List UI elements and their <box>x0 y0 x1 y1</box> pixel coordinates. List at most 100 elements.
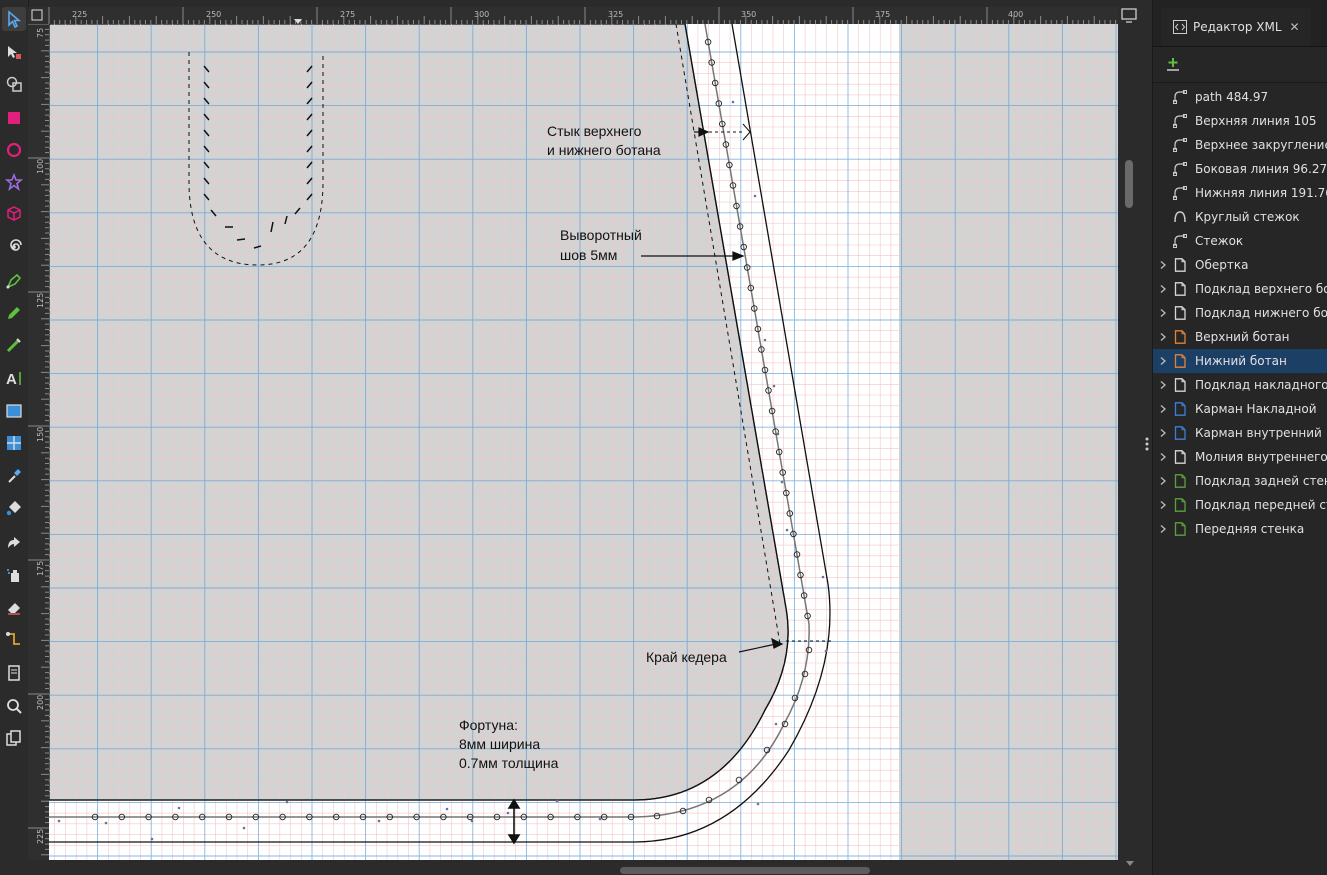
annotation-fortuna-thickness[interactable]: 0.7мм толщина <box>459 755 559 771</box>
annotation-seam-junction-line2[interactable]: и нижнего ботана <box>547 142 661 158</box>
close-icon[interactable]: ✕ <box>1290 20 1300 34</box>
xml-node[interactable]: Подклад задней стенки <box>1153 469 1327 493</box>
page-icon <box>1174 258 1186 272</box>
vertical-ruler[interactable]: 75 100 125 150 175 200 225 <box>28 23 49 860</box>
tweak-tool[interactable] <box>2 531 26 555</box>
xml-node[interactable]: Карман Накладной <box>1153 397 1327 421</box>
shape-builder-tool[interactable] <box>2 72 26 96</box>
star-tool[interactable] <box>2 170 26 194</box>
lower-panel-piece[interactable] <box>49 24 789 801</box>
xml-node[interactable]: Подклад верхнего ботана <box>1153 277 1327 301</box>
annotation-seam-allowance-line2[interactable]: шов 5мм <box>560 247 617 263</box>
xml-node-label: Подклад верхнего ботана <box>1195 282 1327 296</box>
chevron-right-icon[interactable] <box>1158 284 1168 294</box>
xml-node[interactable]: Передняя стенка <box>1153 517 1327 541</box>
xml-node[interactable]: Карман внутренний <box>1153 421 1327 445</box>
pen-tool[interactable] <box>2 269 26 293</box>
xml-node-label: Верхняя линия 105 <box>1195 114 1317 128</box>
gradient-tool[interactable] <box>2 399 26 423</box>
chevron-right-icon[interactable] <box>1158 332 1168 342</box>
path-icon <box>1173 186 1187 200</box>
ellipse-tool[interactable] <box>2 138 26 162</box>
pages-tool[interactable] <box>2 661 26 685</box>
paint-bucket-tool[interactable] <box>2 496 26 520</box>
eraser-tool[interactable] <box>2 595 26 619</box>
chevron-right-icon[interactable] <box>1158 356 1168 366</box>
page-icon <box>1174 378 1186 392</box>
ruler-label: 250 <box>206 10 221 19</box>
chevron-right-icon[interactable] <box>1158 260 1168 270</box>
chevron-right-icon[interactable] <box>1158 404 1168 414</box>
display-mode-icon[interactable] <box>1118 5 1152 35</box>
xml-node[interactable]: Подклад нижнего ботана <box>1153 301 1327 325</box>
rectangle-tool[interactable] <box>2 106 26 130</box>
xml-node[interactable]: Верхняя линия 105 <box>1153 109 1327 133</box>
path-icon <box>1173 114 1187 128</box>
measure-tool[interactable] <box>2 726 26 750</box>
spray-icon <box>7 569 19 582</box>
horizontal-ruler[interactable]: 225 250 275 300 325 350 375 400 <box>28 7 1118 24</box>
shape-builder-icon <box>6 76 22 92</box>
chevron-right-icon[interactable] <box>1158 308 1168 318</box>
tab-xml-editor[interactable]: Редактор XML ✕ <box>1161 8 1311 46</box>
path-icon <box>1173 90 1187 104</box>
calligraphy-tool[interactable] <box>2 333 26 357</box>
3d-box-tool[interactable] <box>2 202 26 226</box>
ruler-label: 300 <box>474 10 489 19</box>
chevron-right-icon[interactable] <box>1158 476 1168 486</box>
new-node-button[interactable] <box>1165 56 1181 72</box>
paint-bucket-icon <box>6 501 21 516</box>
drawing-canvas[interactable]: Стык верхнего и нижнего ботана Выворотны… <box>49 24 1118 860</box>
xml-node[interactable]: Подклад накладного кармана <box>1153 373 1327 397</box>
xml-node[interactable]: Верхний ботан <box>1153 325 1327 349</box>
connector-icon <box>6 632 20 645</box>
measure-icon <box>6 730 21 746</box>
panel-handle-icon[interactable] <box>1118 436 1152 456</box>
horizontal-scrollbar-thumb[interactable] <box>620 867 870 874</box>
svg-text:A: A <box>6 371 17 387</box>
horizontal-scrollbar[interactable] <box>28 860 1118 875</box>
spray-tool[interactable] <box>2 563 26 587</box>
xml-node[interactable]: Молния внутреннего кармана <box>1153 445 1327 469</box>
xml-node-label: Верхний ботан <box>1195 330 1290 344</box>
spiral-tool[interactable] <box>2 235 26 259</box>
annotation-seam-junction-line1[interactable]: Стык верхнего <box>547 123 642 139</box>
annotation-fortuna-width[interactable]: 8мм ширина <box>459 736 540 752</box>
spiral-icon <box>10 239 22 251</box>
chevron-right-icon[interactable] <box>1158 500 1168 510</box>
dropper-tool[interactable] <box>2 464 26 488</box>
mesh-tool[interactable] <box>2 431 26 455</box>
ruler-label: 275 <box>340 10 355 19</box>
ellipse-icon <box>6 142 22 158</box>
chevron-right-icon[interactable] <box>1158 524 1168 534</box>
chevron-right-icon[interactable] <box>1158 428 1168 438</box>
text-tool[interactable]: A <box>2 366 26 390</box>
chevron-right-icon[interactable] <box>1158 452 1168 462</box>
connector-tool[interactable] <box>2 627 26 651</box>
xml-node[interactable]: Нижний ботан <box>1153 349 1327 373</box>
annotation-fortuna-title[interactable]: Фортуна: <box>459 717 518 733</box>
xml-node-label: Подклад передней стенки <box>1195 498 1327 512</box>
node-edit-icon <box>8 46 21 59</box>
xml-node[interactable]: Стежок <box>1153 229 1327 253</box>
xml-node[interactable]: Подклад передней стенки <box>1153 493 1327 517</box>
xml-node[interactable]: Верхнее закругление 86.3 <box>1153 133 1327 157</box>
page-icon <box>1174 474 1186 488</box>
annotation-seam-allowance-line1[interactable]: Выворотный <box>560 227 642 243</box>
xml-node[interactable]: Круглый стежок <box>1153 205 1327 229</box>
xml-node[interactable]: Нижняя линия 191.76 <box>1153 181 1327 205</box>
annotation-piping-edge[interactable]: Край кедера <box>646 649 727 665</box>
scroll-down-icon[interactable] <box>1118 855 1152 875</box>
selector-tool[interactable] <box>2 7 26 31</box>
xml-node-label: Верхнее закругление 86.3 <box>1195 138 1327 152</box>
pencil-tool[interactable] <box>2 301 26 325</box>
rectangle-icon <box>8 112 20 124</box>
zoom-tool[interactable] <box>2 694 26 718</box>
xml-node[interactable]: Боковая линия 96.27 <box>1153 157 1327 181</box>
xml-node-tree: path 484.97 Верхняя линия 105 Верхнее закр… <box>1153 85 1327 541</box>
xml-node[interactable]: Обертка <box>1153 253 1327 277</box>
chevron-right-icon[interactable] <box>1158 380 1168 390</box>
vertical-scrollbar-thumb[interactable] <box>1125 160 1133 208</box>
node-tool[interactable] <box>2 40 26 64</box>
xml-node[interactable]: path 484.97 <box>1153 85 1327 109</box>
